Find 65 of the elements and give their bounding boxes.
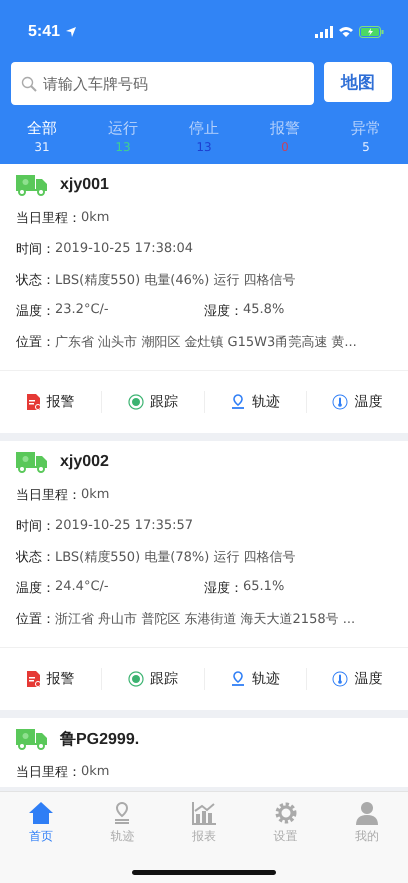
field-value: 2019-10-25 17:35:57 xyxy=(55,518,194,533)
document-icon xyxy=(26,671,41,687)
field-label: 位置： xyxy=(16,610,55,628)
battery-icon xyxy=(359,26,384,38)
field-label: 状态： xyxy=(16,548,55,566)
wifi-icon xyxy=(338,26,354,38)
field-value: 0km xyxy=(81,764,110,779)
truck-icon xyxy=(16,174,48,196)
alarm-button[interactable]: 报警 xyxy=(26,668,75,690)
field-value: 广东省 汕头市 潮阳区 金灶镇 G15W3甬莞高速 黄... xyxy=(55,334,357,350)
person-icon xyxy=(354,801,380,825)
field-value: 0km xyxy=(81,487,110,502)
field-value: LBS(精度550) 电量(46%) 运行 四格信号 xyxy=(55,272,296,288)
truck-icon xyxy=(16,451,48,473)
status-time: 5:41 xyxy=(28,23,60,41)
document-icon xyxy=(26,394,41,410)
location-arrow-icon xyxy=(65,26,78,38)
thermometer-icon xyxy=(332,671,348,687)
nav-tab[interactable]: 首页 xyxy=(0,800,82,846)
route-button[interactable]: 轨迹 xyxy=(230,391,280,413)
field-label: 时间： xyxy=(16,240,55,258)
alarm-button[interactable]: 报警 xyxy=(26,391,75,413)
temperature-button[interactable]: 温度 xyxy=(332,391,382,413)
settings-icon xyxy=(272,801,299,825)
field-value: 45.8% xyxy=(243,302,284,318)
vehicle-card[interactable]: 鲁PG2999. 当日里程：0km xyxy=(0,718,408,787)
vehicle-plate: xjy001 xyxy=(60,176,109,194)
map-pin-icon xyxy=(230,394,246,410)
field-value: 23.2°C/- xyxy=(55,302,109,318)
search-field[interactable]: 请输入车牌号码 xyxy=(11,62,314,105)
map-pin-icon xyxy=(230,671,246,687)
track-button[interactable]: 跟踪 xyxy=(128,391,178,413)
truck-icon xyxy=(16,728,48,750)
temperature-button[interactable]: 温度 xyxy=(332,668,382,690)
target-icon xyxy=(128,394,144,410)
map-button[interactable]: 地图 xyxy=(324,62,392,102)
field-label: 时间： xyxy=(16,518,55,534)
field-label: 湿度： xyxy=(204,580,243,596)
field-value: 24.4°C/- xyxy=(55,578,109,596)
field-label: 当日里程： xyxy=(16,764,81,780)
field-label: 位置： xyxy=(16,334,55,350)
field-label: 当日里程： xyxy=(16,210,81,226)
search-icon xyxy=(21,76,37,92)
field-label: 状态： xyxy=(16,272,55,288)
field-label: 湿度： xyxy=(204,302,243,320)
filter-tab[interactable]: 全部 31 xyxy=(10,119,74,154)
field-value: 浙江省 舟山市 普陀区 东港街道 海天大道2158号 ... xyxy=(55,610,356,628)
vehicle-card[interactable]: xjy001 当日里程：0km 时间：2019-10-25 17:38:04 状态：LBS(精度550) 电量(46%) 运行 四格信号 温度：23.2°C/- 湿度：45.8% 位置：广东省 汕头市 潮阳区 金灶镇 G15W3甬莞高速 黄... 报警 跟踪 轨迹 温度 xyxy=(0,164,408,433)
home-icon xyxy=(28,801,54,825)
field-label: 当日里程： xyxy=(16,486,81,504)
track-button[interactable]: 跟踪 xyxy=(128,668,178,690)
field-value: LBS(精度550) 电量(78%) 运行 四格信号 xyxy=(55,548,296,566)
chart-icon xyxy=(190,801,217,825)
field-value: 0km xyxy=(81,210,110,225)
target-icon xyxy=(128,671,144,687)
vehicle-plate: 鲁PG2999. xyxy=(60,730,140,750)
thermometer-icon xyxy=(332,394,348,410)
vehicle-plate: xjy002 xyxy=(60,453,109,471)
vehicle-card[interactable]: xjy002 当日里程：0km 时间：2019-10-25 17:35:57 状态：LBS(精度550) 电量(78%) 运行 四格信号 温度：24.4°C/- 湿度：65.1% 位置：浙江省 舟山市 普陀区 东港街道 海天大道2158号 ... 报警 跟踪 轨迹 温度 xyxy=(0,441,408,710)
field-label: 温度： xyxy=(16,302,55,320)
field-value: 2019-10-25 17:38:04 xyxy=(55,241,194,256)
signal-icon xyxy=(315,26,333,38)
field-value: 65.1% xyxy=(243,578,284,596)
route-button[interactable]: 轨迹 xyxy=(230,668,280,690)
field-label: 温度： xyxy=(16,580,55,596)
